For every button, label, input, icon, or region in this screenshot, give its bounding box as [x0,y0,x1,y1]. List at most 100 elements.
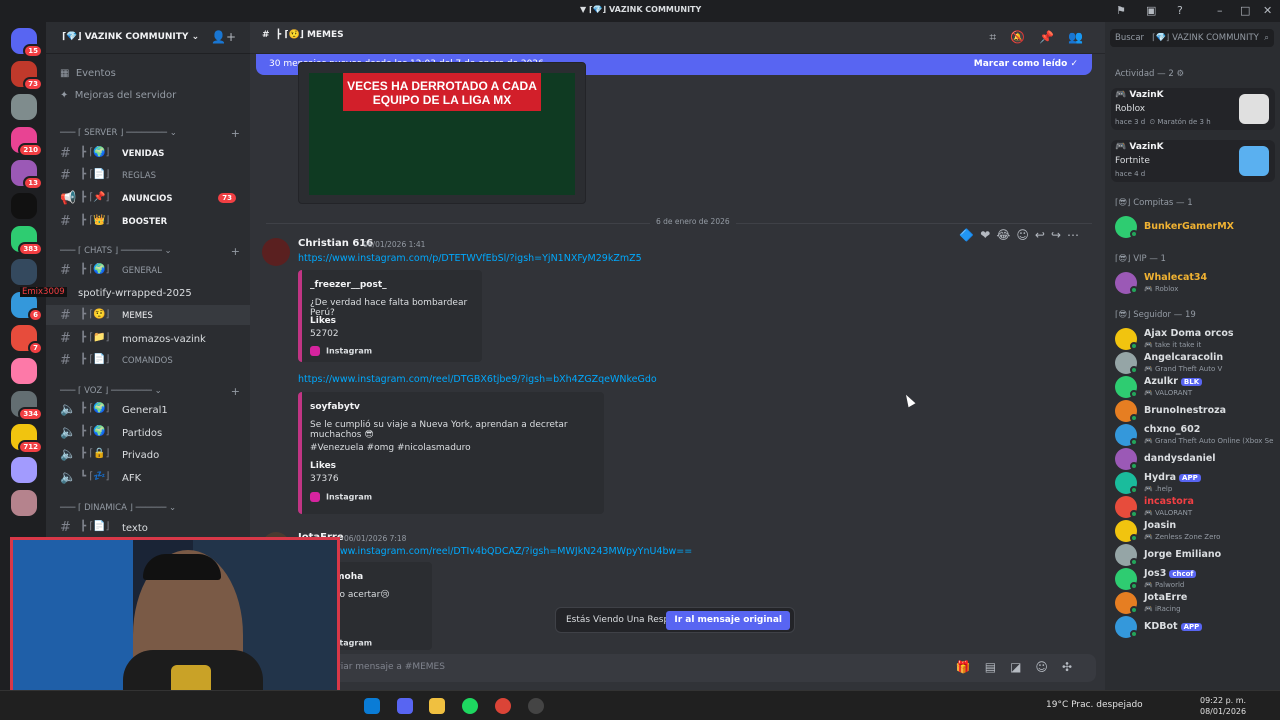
gift-icon[interactable]: 🎁 [956,660,985,674]
category-dinamica[interactable]: ─── ⌈ DINAMICA ⌋ ────── ⌄ [60,503,240,513]
more-icon[interactable]: ⋯ [1067,228,1085,242]
emoji-icon[interactable]: ☺ [1035,660,1062,674]
close-icon[interactable]: ✕ [1263,4,1272,17]
server-icon[interactable]: 210 [11,127,43,157]
reply-icon[interactable]: ↩ [1035,228,1051,242]
emoji-icon[interactable]: 😂 [996,228,1016,242]
channel-momazos[interactable]: # ┣ ⌈📁⌋ momazos-vazink [60,331,246,349]
maximize-icon[interactable]: □ [1240,4,1250,17]
member-item[interactable]: incastora 🎮 VALORANT [1115,494,1275,520]
nav-events[interactable]: ▦ Eventos [60,68,116,79]
nav-boosts[interactable]: ✦ Mejoras del servidor [60,90,176,101]
reaction-icon[interactable]: 🔷 [959,228,980,242]
channel-booster[interactable]: # ┣ ⌈👑⌋ BOOSTER [60,214,246,232]
search-input[interactable]: Buscar ⌈💎⌋ VAZINK COMMUNITY ⌕ [1110,29,1274,47]
member-item[interactable]: chxno_602 🎮 Grand Theft Auto Online (Xbox… [1115,422,1275,448]
guild-header[interactable]: ⌈💎⌋ VAZINK COMMUNITY ⌄ 👤+ [46,22,250,54]
discord-icon[interactable] [397,698,413,714]
help-icon[interactable]: ? [1177,4,1183,17]
member-item[interactable]: KDBot APP [1115,614,1275,640]
member-item[interactable]: Jorge Emiliano [1115,542,1275,568]
channel-reglas[interactable]: # ┣ ⌈📄⌋ REGLAS [60,168,246,186]
message-composer[interactable]: Enviar mensaje a #MEMES 🎁▤◪☺✣ [264,654,1096,682]
avatar[interactable] [262,238,290,266]
spotify-icon[interactable] [462,698,478,714]
member-item[interactable]: Joasin 🎮 Zenless Zone Zero [1115,518,1275,544]
voice-general1[interactable]: 🔈 ┣ ⌈🌍⌋ General1 [60,402,246,420]
channel-general[interactable]: # ┣ ⌈🌍⌋ GENERAL [60,263,246,281]
server-icon[interactable] [11,94,37,120]
activity-card[interactable]: 🎮 VazinK Fortnite hace 4 d [1111,140,1275,182]
activity-card[interactable]: 🎮 VazinK Roblox hace 3 d ⏲ Maratón de 3 … [1111,88,1275,130]
message-link[interactable]: https://www.instagram.com/reel/DTIv4bQDC… [298,546,692,557]
member-item[interactable]: dandysdaniel [1115,446,1275,472]
weather-widget[interactable]: 19°C Prac. despejado [1046,700,1143,710]
voice-partidos[interactable]: 🔈 ┣ ⌈🌍⌋ Partidos [60,425,246,443]
category-chats[interactable]: ─── ⌈ CHATS ⌋ ──────── ⌄ + [60,245,240,258]
member-item[interactable]: Jos3 chcof 🎮 Palworld [1115,566,1275,592]
member-item[interactable]: Hydra APP 🎮 .help [1115,470,1275,496]
clock[interactable]: 09:22 p. m. 08/01/2026 [1200,695,1246,717]
message-author[interactable]: Christian 616 [298,238,373,249]
server-icon[interactable]: 7 [11,325,43,355]
server-icon[interactable] [11,358,37,384]
category-server[interactable]: ─── ⌈ SERVER ⌋ ──────── ⌄ + [60,127,240,140]
edge-icon[interactable] [364,698,380,714]
heart-icon[interactable]: ❤ [980,228,996,242]
threads-icon[interactable]: ⌗ [989,30,1010,44]
server-icon[interactable] [11,259,37,285]
member-item[interactable]: BrunoInestroza [1115,398,1275,424]
embed-author[interactable]: _freezer__post_ [310,280,387,290]
mark-read-button[interactable]: Marcar como leído ✓ [974,59,1078,69]
server-icon[interactable]: 73 [11,61,43,91]
add-reaction-icon[interactable]: ☺ [1016,228,1035,242]
folder-icon[interactable] [429,698,445,714]
channel-anuncios[interactable]: 📢 ┣ ⌈📌⌋ ANUNCIOS 73 [60,191,246,209]
add-channel-icon[interactable]: + [231,385,240,398]
add-channel-icon[interactable]: + [231,127,240,140]
member-item[interactable]: BunkerGamerMX [1115,214,1275,240]
server-icon[interactable] [11,457,37,483]
server-icon[interactable] [11,193,37,219]
screen-icon[interactable]: ▣ [1146,4,1156,17]
category-voz[interactable]: ─── ⌈ VOZ ⌋ ──────── ⌄ + [60,385,240,398]
add-channel-icon[interactable]: + [231,245,240,258]
message-link[interactable]: https://www.instagram.com/reel/DTGBX6tjb… [298,374,657,385]
member-item[interactable]: JotaErre 🎮 iRacing [1115,590,1275,616]
voice-privado[interactable]: 🔈 ┣ ⌈🔒⌋ Privado [60,447,246,465]
meme-image[interactable]: VECES HA DERROTADO A CADA EQUIPO DE LA L… [309,73,575,195]
server-icon[interactable]: 15 [11,28,43,58]
member-item[interactable]: Angelcaracolin 🎮 Grand Theft Auto V [1115,350,1275,376]
guild-name[interactable]: ⌈💎⌋ VAZINK COMMUNITY ⌄ [62,32,199,42]
image-embed[interactable]: VECES HA DERROTADO A CADA EQUIPO DE LA L… [298,62,586,204]
channel-memes[interactable]: # ┣ ⌈🤨⌋ MEMES [60,308,246,326]
voice-afk[interactable]: 🔈 ┗ ⌈💤⌋ AFK [60,470,246,488]
apps-icon[interactable]: ✣ [1062,660,1086,674]
forward-icon[interactable]: ↪ [1051,228,1067,242]
channel-comandos[interactable]: # ┣ ⌈📄⌋ COMANDOS [60,353,246,371]
obs-icon[interactable] [528,698,544,714]
member-item[interactable]: Azulkr BLK 🎮 VALORANT [1115,374,1275,400]
members-icon[interactable]: 👥 [1068,30,1097,44]
server-icon[interactable] [11,490,37,516]
gif-icon[interactable]: ▤ [985,660,1010,674]
channel-spotify[interactable]: spotify-wrrapped-2025 [60,285,246,303]
server-icon[interactable]: 334 [11,391,43,421]
inbox-icon[interactable]: ⚑ [1116,4,1126,17]
chrome-icon[interactable] [495,698,511,714]
server-icon[interactable]: 712 [11,424,43,454]
sticker-icon[interactable]: ◪ [1010,660,1035,674]
server-icon[interactable]: 13 [11,160,43,190]
channel-venidas[interactable]: # ┣ ⌈🌍⌋ VENIDAS [60,146,246,164]
mute-icon[interactable]: 🔕 [1010,30,1039,44]
channel-texto[interactable]: # ┣ ⌈📄⌋ texto [60,520,246,538]
member-item[interactable]: Whalecat34 🎮 Roblox [1115,270,1275,296]
member-item[interactable]: Ajax Doma orcos 🎮 take it take it [1115,326,1275,352]
minimize-icon[interactable]: – [1217,4,1223,17]
jump-to-original-button[interactable]: Ir al mensaje original [666,611,790,630]
add-user-icon[interactable]: 👤+ [211,30,236,44]
embed-author[interactable]: soyfabytv [310,402,360,412]
server-icon[interactable]: 383 [11,226,43,256]
pin-icon[interactable]: 📌 [1039,30,1068,44]
message-link[interactable]: https://www.instagram.com/p/DTETWVfEbSl/… [298,253,642,264]
